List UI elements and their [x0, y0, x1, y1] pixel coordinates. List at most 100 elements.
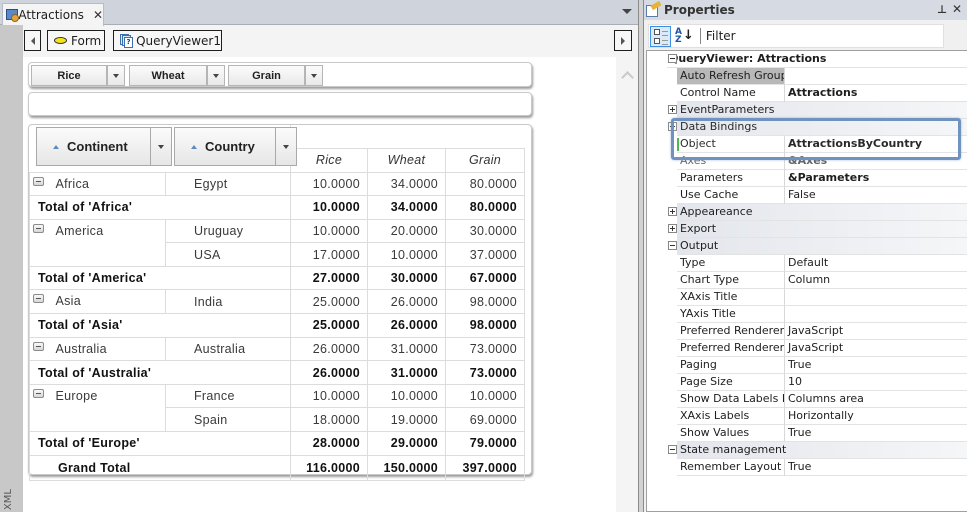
tab-list-dropdown-icon[interactable]: [622, 9, 632, 14]
property-value[interactable]: [785, 68, 967, 85]
xml-tab-label[interactable]: XML: [3, 489, 14, 510]
close-tab-icon[interactable]: ✕: [93, 8, 103, 22]
category-label: EventParameters: [677, 102, 967, 119]
property-value[interactable]: Default: [785, 255, 967, 272]
data-field-wheat-dropdown[interactable]: [207, 65, 225, 86]
property-row[interactable]: Show Data Labels In Columns area: [647, 391, 967, 408]
property-category[interactable]: Data Bindings: [647, 119, 967, 136]
collapse-icon[interactable]: [668, 122, 677, 131]
data-field-wheat[interactable]: Wheat: [129, 65, 207, 86]
value-cell-grain: 10.0000: [445, 383, 525, 409]
collapse-icon[interactable]: [33, 294, 44, 304]
property-row[interactable]: Control Name Attractions: [647, 85, 967, 102]
continent-cell: America: [53, 218, 166, 267]
collapse-icon[interactable]: [33, 223, 44, 233]
property-value[interactable]: True: [785, 425, 967, 442]
filter-button[interactable]: Filter: [706, 29, 736, 43]
row-field-country-dropdown[interactable]: [275, 127, 297, 166]
property-row[interactable]: Parameters &Parameters: [647, 170, 967, 187]
close-panel-icon[interactable]: ✕: [952, 2, 962, 16]
property-value[interactable]: False: [785, 187, 967, 204]
object-header-row[interactable]: QueryViewer: Attractions: [647, 51, 967, 68]
queryviewer-breadcrumb-button[interactable]: ? QueryViewer1: [113, 30, 222, 51]
data-field-grain[interactable]: Grain: [228, 65, 305, 86]
property-row[interactable]: Paging True: [647, 357, 967, 374]
property-category[interactable]: State management: [647, 442, 967, 459]
data-field-grain-dropdown[interactable]: [305, 65, 323, 86]
property-row[interactable]: Preferred Renderer F JavaScript: [647, 323, 967, 340]
data-field-rice-dropdown[interactable]: [107, 65, 125, 86]
property-row[interactable]: Remember Layout True: [647, 459, 967, 476]
categorized-view-button[interactable]: [650, 25, 671, 47]
property-value[interactable]: &Axes: [785, 153, 967, 170]
property-row[interactable]: Axes &Axes: [647, 153, 967, 170]
property-category[interactable]: Output: [647, 238, 967, 255]
property-value[interactable]: [785, 289, 967, 306]
collapse-icon[interactable]: [668, 54, 677, 63]
property-value[interactable]: AttractionsByCountry: [785, 136, 967, 153]
value-cell-wheat: 26.0000: [367, 313, 446, 338]
value-cell-grain: 80.0000: [445, 171, 525, 197]
expand-icon[interactable]: [668, 207, 677, 216]
property-value[interactable]: 10: [785, 374, 967, 391]
caret-left-icon: [30, 36, 35, 45]
collapse-icon[interactable]: [668, 241, 677, 250]
property-row[interactable]: Show Values True: [647, 425, 967, 442]
row-field-country[interactable]: Country: [174, 127, 276, 166]
property-value[interactable]: True: [785, 459, 967, 476]
grand-total-label: Grand Total: [29, 454, 291, 481]
scroll-left-button[interactable]: [24, 30, 41, 51]
property-row[interactable]: Auto Refresh Group: [647, 68, 967, 85]
alphabetical-sort-button[interactable]: A Z ↓: [675, 28, 694, 45]
tab-attractions[interactable]: Attractions ✕: [2, 3, 104, 26]
property-value[interactable]: Horizontally: [785, 408, 967, 425]
property-row[interactable]: Page Size 10: [647, 374, 967, 391]
property-value[interactable]: Attractions: [785, 85, 967, 102]
row-field-continent-dropdown[interactable]: [150, 127, 172, 166]
property-row[interactable]: Preferred Renderer F JavaScript: [647, 340, 967, 357]
property-category[interactable]: Appeareance: [647, 204, 967, 221]
property-row[interactable]: Chart Type Column: [647, 272, 967, 289]
property-row[interactable]: XAxis Title: [647, 289, 967, 306]
property-row[interactable]: Object AttractionsByCountry: [647, 136, 967, 153]
pivot-grid-panel: Rice Wheat Grain Africa Egypt 10.0000 34.00…: [28, 124, 532, 481]
scroll-up-icon[interactable]: [621, 70, 633, 82]
property-row[interactable]: Type Default: [647, 255, 967, 272]
property-value[interactable]: JavaScript: [785, 340, 967, 357]
category-label: Appeareance: [677, 204, 967, 221]
scroll-right-button[interactable]: [614, 30, 632, 51]
row-field-continent[interactable]: Continent: [36, 127, 151, 166]
property-value[interactable]: Columns area: [785, 391, 967, 408]
table-row: Asia India 25.0000 26.0000 98.0000: [29, 289, 525, 315]
value-cell-wheat: 34.0000: [367, 195, 446, 220]
property-value[interactable]: [785, 306, 967, 323]
data-field-rice[interactable]: Rice: [31, 65, 107, 86]
property-row[interactable]: YAxis Title: [647, 306, 967, 323]
property-name: YAxis Title: [677, 306, 785, 323]
property-value[interactable]: True: [785, 357, 967, 374]
property-value[interactable]: Column: [785, 272, 967, 289]
subtotal-row: Total of 'Africa' 10.0000 34.0000 80.0000: [29, 195, 525, 220]
property-name: Parameters: [677, 170, 785, 187]
form-breadcrumb-button[interactable]: Form: [47, 30, 105, 51]
collapse-icon[interactable]: [33, 341, 44, 351]
value-cell-rice: 10.0000: [290, 383, 368, 409]
property-category[interactable]: EventParameters: [647, 102, 967, 119]
collapse-icon[interactable]: [33, 388, 44, 398]
property-row[interactable]: XAxis Labels Horizontally: [647, 408, 967, 425]
properties-title: Properties: [664, 3, 735, 17]
value-cell-grain: 73.0000: [445, 360, 525, 385]
queryviewer-label: QueryViewer1: [136, 33, 221, 48]
modified-marker: [677, 137, 679, 151]
expand-icon[interactable]: [668, 224, 677, 233]
collapse-icon[interactable]: [668, 445, 677, 454]
grand-total-grain: 397.0000: [445, 454, 525, 481]
property-category[interactable]: Export: [647, 221, 967, 238]
tab-title: Attractions: [18, 8, 84, 22]
expand-icon[interactable]: [668, 105, 677, 114]
property-row[interactable]: Use Cache False: [647, 187, 967, 204]
collapse-icon[interactable]: [33, 176, 44, 186]
property-value[interactable]: &Parameters: [785, 170, 967, 187]
property-value[interactable]: JavaScript: [785, 323, 967, 340]
pin-icon[interactable]: ⊥: [937, 3, 947, 16]
